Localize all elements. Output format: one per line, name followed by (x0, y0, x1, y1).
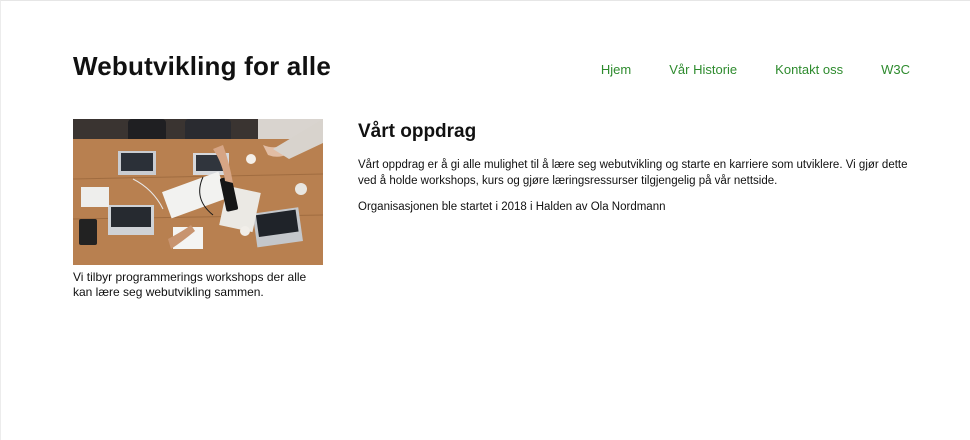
nav-link-var-historie[interactable]: Vår Historie (669, 62, 737, 77)
mission-heading: Vårt oppdrag (358, 121, 477, 142)
nav-link-w3c[interactable]: W3C (881, 62, 910, 77)
nav-link-hjem[interactable]: Hjem (601, 62, 631, 77)
workshop-figure: Vi tilbyr programmerings workshops der a… (73, 119, 325, 300)
site-title: Webutvikling for alle (73, 51, 331, 81)
page: Webutvikling for alle Hjem Vår Historie … (0, 0, 970, 440)
nav-link-kontakt-oss[interactable]: Kontakt oss (775, 62, 843, 77)
mission-paragraph: Vårt oppdrag er å gi alle mulighet til å… (358, 159, 908, 187)
workshop-photo (73, 119, 323, 265)
photo-caption: Vi tilbyr programmerings workshops der a… (73, 270, 307, 299)
mission-section: Vårt oppdrag Vårt oppdrag er å gi alle m… (358, 121, 918, 225)
main-nav: Hjem Vår Historie Kontakt oss W3C (601, 62, 910, 77)
founding-paragraph: Organisasjonen ble startet i 2018 i Hald… (358, 201, 666, 213)
